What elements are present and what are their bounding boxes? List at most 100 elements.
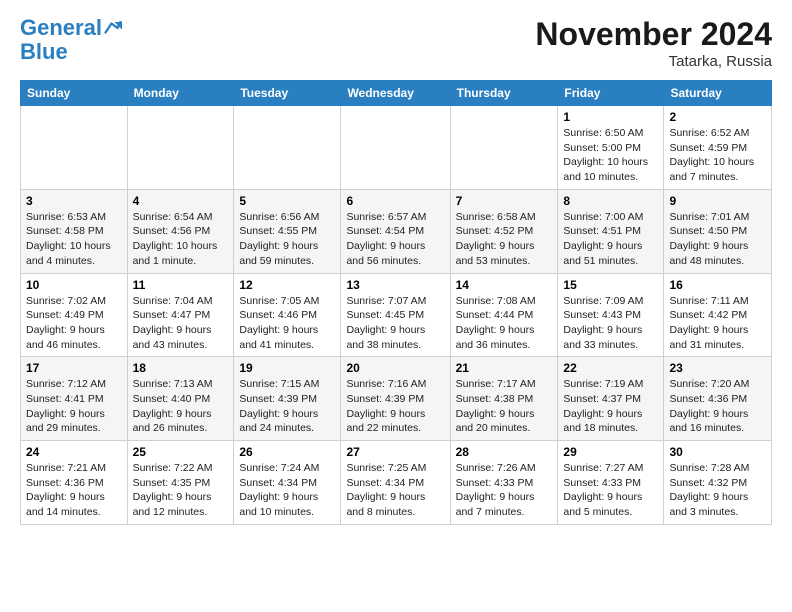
day-number: 21 xyxy=(456,361,553,375)
calendar-header-row: Sunday Monday Tuesday Wednesday Thursday… xyxy=(21,81,772,106)
table-row: 18 Sunrise: 7:13 AM Sunset: 4:40 PM Dayli… xyxy=(127,357,234,441)
day-number: 25 xyxy=(133,445,229,459)
day-number: 23 xyxy=(669,361,766,375)
day-info: Sunrise: 7:19 AM Sunset: 4:37 PM Dayligh… xyxy=(563,377,658,436)
calendar: Sunday Monday Tuesday Wednesday Thursday… xyxy=(20,80,772,525)
day-info: Sunrise: 7:11 AM Sunset: 4:42 PM Dayligh… xyxy=(669,294,766,353)
day-info: Sunrise: 6:53 AM Sunset: 4:58 PM Dayligh… xyxy=(26,210,122,269)
day-info: Sunrise: 7:22 AM Sunset: 4:35 PM Dayligh… xyxy=(133,461,229,520)
logo-text: General xyxy=(20,16,102,40)
table-row: 19 Sunrise: 7:15 AM Sunset: 4:39 PM Dayli… xyxy=(234,357,341,441)
calendar-week-row: 10 Sunrise: 7:02 AM Sunset: 4:49 PM Dayli… xyxy=(21,273,772,357)
day-info: Sunrise: 7:08 AM Sunset: 4:44 PM Dayligh… xyxy=(456,294,553,353)
day-info: Sunrise: 6:56 AM Sunset: 4:55 PM Dayligh… xyxy=(239,210,335,269)
day-number: 4 xyxy=(133,194,229,208)
day-info: Sunrise: 7:00 AM Sunset: 4:51 PM Dayligh… xyxy=(563,210,658,269)
day-info: Sunrise: 7:21 AM Sunset: 4:36 PM Dayligh… xyxy=(26,461,122,520)
col-saturday: Saturday xyxy=(664,81,772,106)
day-info: Sunrise: 7:25 AM Sunset: 4:34 PM Dayligh… xyxy=(346,461,444,520)
table-row: 2 Sunrise: 6:52 AM Sunset: 4:59 PM Daylig… xyxy=(664,106,772,190)
day-number: 19 xyxy=(239,361,335,375)
day-number: 13 xyxy=(346,278,444,292)
day-number: 2 xyxy=(669,110,766,124)
day-info: Sunrise: 7:15 AM Sunset: 4:39 PM Dayligh… xyxy=(239,377,335,436)
calendar-week-row: 3 Sunrise: 6:53 AM Sunset: 4:58 PM Daylig… xyxy=(21,189,772,273)
day-number: 7 xyxy=(456,194,553,208)
table-row: 24 Sunrise: 7:21 AM Sunset: 4:36 PM Dayli… xyxy=(21,441,128,525)
day-number: 1 xyxy=(563,110,658,124)
day-number: 20 xyxy=(346,361,444,375)
table-row: 25 Sunrise: 7:22 AM Sunset: 4:35 PM Dayli… xyxy=(127,441,234,525)
day-number: 28 xyxy=(456,445,553,459)
day-number: 10 xyxy=(26,278,122,292)
table-row: 30 Sunrise: 7:28 AM Sunset: 4:32 PM Dayli… xyxy=(664,441,772,525)
table-row: 17Sunrise: 7:12 AM Sunset: 4:41 PM Dayli… xyxy=(21,357,128,441)
col-thursday: Thursday xyxy=(450,81,558,106)
table-row: 7 Sunrise: 6:58 AM Sunset: 4:52 PM Daylig… xyxy=(450,189,558,273)
day-number: 9 xyxy=(669,194,766,208)
table-row xyxy=(234,106,341,190)
table-row: 10 Sunrise: 7:02 AM Sunset: 4:49 PM Dayli… xyxy=(21,273,128,357)
day-number: 5 xyxy=(239,194,335,208)
table-row: 23 Sunrise: 7:20 AM Sunset: 4:36 PM Dayli… xyxy=(664,357,772,441)
table-row xyxy=(21,106,128,190)
day-number: 6 xyxy=(346,194,444,208)
table-row: 13 Sunrise: 7:07 AM Sunset: 4:45 PM Dayli… xyxy=(341,273,450,357)
day-info: Sunrise: 6:52 AM Sunset: 4:59 PM Dayligh… xyxy=(669,126,766,185)
calendar-week-row: 17Sunrise: 7:12 AM Sunset: 4:41 PM Dayli… xyxy=(21,357,772,441)
logo: General Blue xyxy=(20,16,122,64)
col-tuesday: Tuesday xyxy=(234,81,341,106)
logo-text2: Blue xyxy=(20,40,122,64)
table-row xyxy=(127,106,234,190)
day-number: 3 xyxy=(26,194,122,208)
col-wednesday: Wednesday xyxy=(341,81,450,106)
col-sunday: Sunday xyxy=(21,81,128,106)
day-info: Sunrise: 7:02 AM Sunset: 4:49 PM Dayligh… xyxy=(26,294,122,353)
day-number: 24 xyxy=(26,445,122,459)
day-number: 8 xyxy=(563,194,658,208)
table-row: 1 Sunrise: 6:50 AM Sunset: 5:00 PM Daylig… xyxy=(558,106,664,190)
table-row: 11Sunrise: 7:04 AM Sunset: 4:47 PM Dayli… xyxy=(127,273,234,357)
day-info: Sunrise: 7:26 AM Sunset: 4:33 PM Dayligh… xyxy=(456,461,553,520)
header: General Blue November 2024 Tatarka, Russ… xyxy=(20,16,772,70)
day-info: Sunrise: 7:28 AM Sunset: 4:32 PM Dayligh… xyxy=(669,461,766,520)
day-number: 29 xyxy=(563,445,658,459)
logo-icon xyxy=(104,19,122,37)
day-info: Sunrise: 6:54 AM Sunset: 4:56 PM Dayligh… xyxy=(133,210,229,269)
title-block: November 2024 Tatarka, Russia xyxy=(535,16,772,70)
day-info: Sunrise: 7:13 AM Sunset: 4:40 PM Dayligh… xyxy=(133,377,229,436)
table-row: 6Sunrise: 6:57 AM Sunset: 4:54 PM Daylig… xyxy=(341,189,450,273)
table-row: 8 Sunrise: 7:00 AM Sunset: 4:51 PM Daylig… xyxy=(558,189,664,273)
day-info: Sunrise: 7:20 AM Sunset: 4:36 PM Dayligh… xyxy=(669,377,766,436)
day-number: 17 xyxy=(26,361,122,375)
day-info: Sunrise: 7:01 AM Sunset: 4:50 PM Dayligh… xyxy=(669,210,766,269)
day-info: Sunrise: 7:27 AM Sunset: 4:33 PM Dayligh… xyxy=(563,461,658,520)
location: Tatarka, Russia xyxy=(535,53,772,70)
table-row xyxy=(450,106,558,190)
day-info: Sunrise: 6:50 AM Sunset: 5:00 PM Dayligh… xyxy=(563,126,658,185)
col-friday: Friday xyxy=(558,81,664,106)
day-number: 30 xyxy=(669,445,766,459)
calendar-week-row: 24 Sunrise: 7:21 AM Sunset: 4:36 PM Dayli… xyxy=(21,441,772,525)
table-row: 20 Sunrise: 7:16 AM Sunset: 4:39 PM Dayli… xyxy=(341,357,450,441)
day-number: 22 xyxy=(563,361,658,375)
table-row: 29 Sunrise: 7:27 AM Sunset: 4:33 PM Dayli… xyxy=(558,441,664,525)
day-number: 18 xyxy=(133,361,229,375)
day-info: Sunrise: 7:24 AM Sunset: 4:34 PM Dayligh… xyxy=(239,461,335,520)
day-number: 27 xyxy=(346,445,444,459)
day-info: Sunrise: 6:58 AM Sunset: 4:52 PM Dayligh… xyxy=(456,210,553,269)
col-monday: Monday xyxy=(127,81,234,106)
page: General Blue November 2024 Tatarka, Russ… xyxy=(0,0,792,535)
day-number: 16 xyxy=(669,278,766,292)
table-row: 3 Sunrise: 6:53 AM Sunset: 4:58 PM Daylig… xyxy=(21,189,128,273)
table-row: 12Sunrise: 7:05 AM Sunset: 4:46 PM Dayli… xyxy=(234,273,341,357)
table-row: 26Sunrise: 7:24 AM Sunset: 4:34 PM Dayli… xyxy=(234,441,341,525)
month-title: November 2024 xyxy=(535,16,772,53)
day-info: Sunrise: 7:16 AM Sunset: 4:39 PM Dayligh… xyxy=(346,377,444,436)
table-row: 16 Sunrise: 7:11 AM Sunset: 4:42 PM Dayli… xyxy=(664,273,772,357)
day-number: 14 xyxy=(456,278,553,292)
day-info: Sunrise: 7:07 AM Sunset: 4:45 PM Dayligh… xyxy=(346,294,444,353)
table-row: 5 Sunrise: 6:56 AM Sunset: 4:55 PM Daylig… xyxy=(234,189,341,273)
table-row xyxy=(341,106,450,190)
table-row: 9 Sunrise: 7:01 AM Sunset: 4:50 PM Daylig… xyxy=(664,189,772,273)
